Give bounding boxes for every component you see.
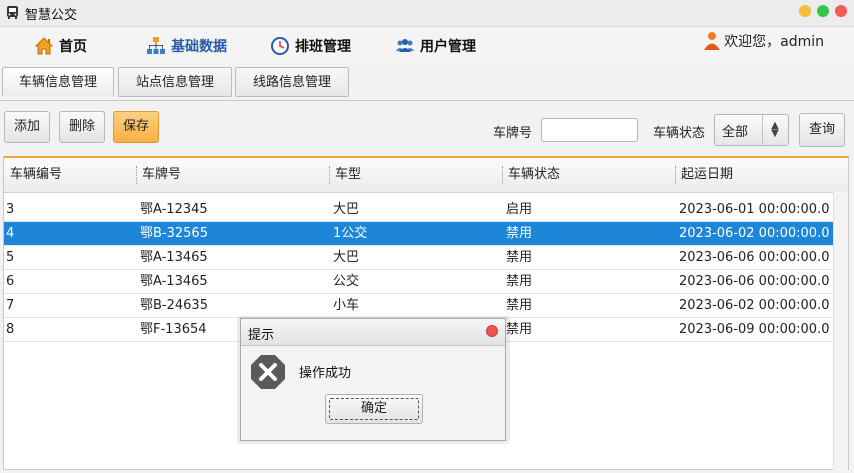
cell-type: 公交 — [333, 274, 360, 289]
cell-plate: 鄂B-24635 — [140, 298, 208, 313]
nav-item-users[interactable]: 用户管理 — [395, 35, 476, 57]
cell-id: 7 — [6, 298, 15, 313]
add-button[interactable]: 添加 — [4, 111, 51, 143]
main-nav: 首页 基础数据 排班管理 用户管理 欢迎您，admin — [0, 27, 854, 65]
cell-date: 2023-06-06 00:00:00.0 — [679, 250, 830, 265]
table-row[interactable]: 5 鄂A-13465 大巴 禁用 2023-06-06 00:00:00.0 — [4, 246, 848, 270]
cell-type: 大巴 — [333, 250, 360, 265]
cell-date: 2023-06-09 00:00:00.0 — [679, 322, 830, 337]
bus-icon — [7, 6, 18, 19]
cell-id: 4 — [6, 226, 15, 241]
close-button[interactable] — [835, 5, 847, 17]
dialog-title: 提示 — [248, 328, 275, 343]
dialog-ok-button[interactable]: 确定 — [325, 394, 423, 424]
nav-label: 首页 — [59, 39, 87, 55]
cell-date: 2023-06-02 00:00:00.0 — [679, 298, 830, 313]
plate-input[interactable] — [541, 118, 638, 142]
dialog-title-bar: 提示 — [241, 319, 505, 346]
welcome-text: 欢迎您，admin — [724, 34, 824, 50]
nav-label: 基础数据 — [171, 39, 227, 55]
user-info: 欢迎您，admin — [704, 31, 824, 51]
nav-item-basic-data[interactable]: 基础数据 — [146, 35, 227, 57]
save-button[interactable]: 保存 — [113, 111, 160, 143]
cell-plate: 鄂F-13654 — [140, 322, 207, 337]
title-bar: 智慧公交 — [0, 0, 854, 27]
window-title: 智慧公交 — [25, 8, 78, 23]
spinner-arrows-icon: ▲ ▼ — [762, 115, 787, 145]
column-header[interactable]: 车牌号 — [136, 158, 329, 192]
plate-label: 车牌号 — [493, 126, 533, 141]
column-header[interactable]: 车型 — [329, 158, 502, 192]
table-row[interactable]: 7 鄂B-24635 小车 禁用 2023-06-02 00:00:00.0 — [4, 294, 848, 318]
users-icon — [395, 36, 415, 56]
vertical-scrollbar[interactable] — [833, 192, 848, 470]
cell-type: 1公交 — [333, 226, 368, 241]
column-header[interactable]: 车辆状态 — [502, 158, 675, 192]
home-icon — [34, 36, 54, 56]
cell-id: 8 — [6, 322, 15, 337]
cell-status: 禁用 — [506, 274, 533, 289]
cell-plate: 鄂A-13465 — [140, 274, 208, 289]
cell-plate: 鄂A-13465 — [140, 250, 208, 265]
cell-date: 2023-06-02 00:00:00.0 — [679, 226, 830, 241]
minimize-button[interactable] — [799, 5, 811, 17]
nav-item-home[interactable]: 首页 — [34, 35, 87, 57]
tab-vehicle-info[interactable]: 车辆信息管理 — [2, 67, 114, 97]
nav-label: 用户管理 — [420, 39, 476, 55]
nav-label: 排班管理 — [295, 39, 351, 55]
cell-type: 小车 — [333, 298, 360, 313]
cell-date: 2023-06-06 00:00:00.0 — [679, 274, 830, 289]
clock-icon — [270, 36, 290, 56]
delete-button[interactable]: 删除 — [59, 111, 106, 143]
column-header[interactable]: 车辆编号 — [4, 158, 136, 192]
cell-id: 5 — [6, 250, 15, 265]
cell-type: 大巴 — [333, 202, 360, 217]
tab-route-info[interactable]: 线路信息管理 — [235, 67, 349, 97]
dialog-message: 操作成功 — [299, 366, 352, 381]
status-label: 车辆状态 — [653, 126, 706, 141]
sitemap-icon — [146, 36, 166, 56]
table-row[interactable]: 4 鄂B-32565 1公交 禁用 2023-06-02 00:00:00.0 — [4, 222, 848, 246]
maximize-button[interactable] — [817, 5, 829, 17]
nav-item-scheduling[interactable]: 排班管理 — [270, 35, 351, 57]
table-row[interactable]: 6 鄂A-13465 公交 禁用 2023-06-06 00:00:00.0 — [4, 270, 848, 294]
cell-plate: 鄂A-12345 — [140, 202, 208, 217]
cell-date: 2023-06-01 00:00:00.0 — [679, 202, 830, 217]
dialog-close-button[interactable] — [486, 325, 498, 337]
status-select-value: 全部 — [722, 124, 749, 140]
query-button[interactable]: 查询 — [799, 113, 846, 147]
cell-plate: 鄂B-32565 — [140, 226, 208, 241]
cell-status: 禁用 — [506, 298, 533, 313]
status-select[interactable]: 全部 ▲ ▼ — [714, 114, 789, 146]
user-icon — [704, 32, 721, 50]
toolbar: 添加 删除 保存 车牌号 车辆状态 全部 ▲ ▼ 查询 — [0, 103, 854, 153]
alert-dialog: 提示 操作成功 确定 — [240, 318, 506, 441]
sub-tabs: 车辆信息管理 站点信息管理 线路信息管理 — [0, 66, 854, 101]
cell-status: 禁用 — [506, 250, 533, 265]
cell-id: 3 — [6, 202, 15, 217]
cell-status: 禁用 — [506, 226, 533, 241]
table-row[interactable]: 3 鄂A-12345 大巴 启用 2023-06-01 00:00:00.0 — [4, 198, 848, 222]
table-header: 车辆编号 车牌号 车型 车辆状态 起运日期 — [4, 158, 848, 193]
tab-station-info[interactable]: 站点信息管理 — [118, 67, 232, 97]
cell-status: 启用 — [506, 202, 533, 217]
error-x-icon — [251, 355, 285, 389]
column-header[interactable]: 起运日期 — [675, 158, 836, 192]
cell-id: 6 — [6, 274, 15, 289]
